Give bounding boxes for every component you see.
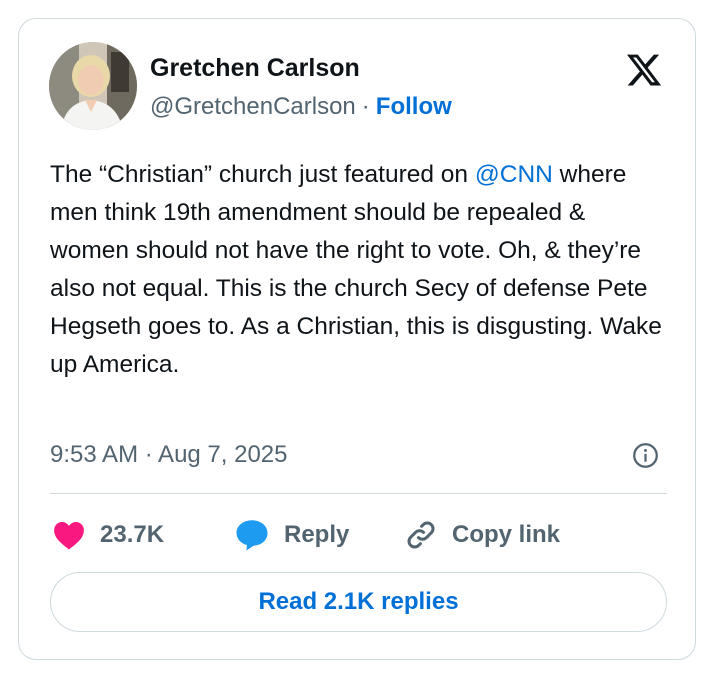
copy-link-label: Copy link [452, 521, 561, 548]
tweet-text-part: where men think 19th amendment should be… [50, 161, 662, 378]
tweet-text: The “Christian” church just featured on … [50, 156, 670, 384]
link-icon [407, 521, 435, 549]
heart-icon [54, 521, 84, 550]
tweet-timestamp[interactable]: 9:53 AM · Aug 7, 2025 [50, 439, 288, 471]
handle-separator: · [361, 93, 370, 120]
like-count: 23.7K [100, 521, 165, 548]
author-handle[interactable]: @GretchenCarlson [150, 93, 356, 120]
mention-link[interactable]: @CNN [475, 161, 553, 188]
info-icon[interactable] [632, 442, 659, 469]
reply-bubble-icon [236, 520, 268, 551]
read-replies-button[interactable]: Read 2.1K replies [50, 572, 667, 632]
tweet-card: Gretchen Carlson @GretchenCarlson · Follow… [18, 18, 696, 660]
divider [50, 493, 667, 494]
tweet-text-part: The “Christian” church just featured on [50, 161, 475, 188]
author-name[interactable]: Gretchen Carlson [150, 52, 360, 84]
copy-link-button[interactable]: Copy link [404, 517, 560, 553]
like-button[interactable]: 23.7K [52, 517, 164, 553]
author-handle-row: @GretchenCarlson · Follow [150, 91, 452, 123]
avatar[interactable] [49, 42, 137, 130]
follow-button[interactable]: Follow [376, 93, 452, 120]
reply-button[interactable]: Reply [234, 517, 349, 553]
x-logo-icon[interactable] [624, 51, 664, 89]
reply-label: Reply [284, 521, 350, 548]
avatar-photo [49, 42, 137, 130]
